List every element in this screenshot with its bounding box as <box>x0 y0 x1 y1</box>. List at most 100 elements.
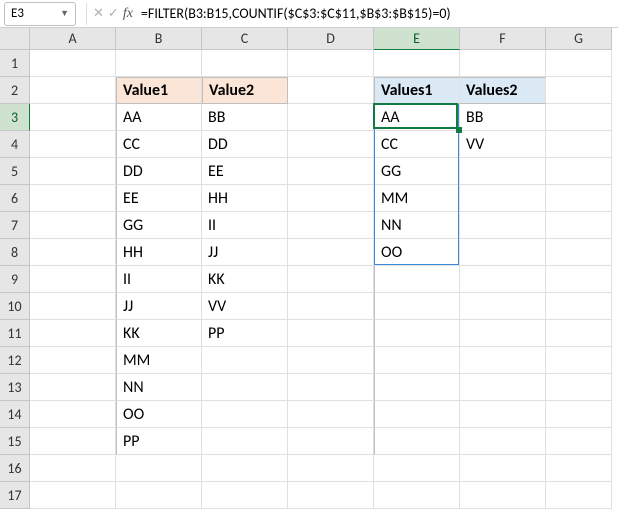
row-header-16[interactable]: 16 <box>0 455 30 482</box>
cell-D16[interactable] <box>288 455 374 482</box>
cell-E12[interactable] <box>374 347 460 374</box>
column-header-C[interactable]: C <box>202 28 288 50</box>
cell-F4[interactable]: VV <box>460 131 546 158</box>
cell-E10[interactable] <box>374 293 460 320</box>
cell-E2[interactable]: Values1 <box>374 77 460 104</box>
cell-C7[interactable]: II <box>202 212 288 239</box>
cell-E14[interactable] <box>374 401 460 428</box>
cell-D4[interactable] <box>288 131 374 158</box>
cell-G5[interactable] <box>546 158 612 185</box>
cell-B16[interactable] <box>116 455 202 482</box>
chevron-down-icon[interactable]: ▼ <box>60 8 69 19</box>
cell-G12[interactable] <box>546 347 612 374</box>
cell-B2[interactable]: Value1 <box>116 77 202 104</box>
cell-G14[interactable] <box>546 401 612 428</box>
row-header-9[interactable]: 9 <box>0 266 30 293</box>
cell-A14[interactable] <box>30 401 116 428</box>
cell-G4[interactable] <box>546 131 612 158</box>
name-box[interactable]: E3 ▼ <box>4 2 76 26</box>
cell-D5[interactable] <box>288 158 374 185</box>
select-all-button[interactable] <box>0 28 30 50</box>
cell-D14[interactable] <box>288 401 374 428</box>
cell-F7[interactable] <box>460 212 546 239</box>
cell-C12[interactable] <box>202 347 288 374</box>
cell-C5[interactable]: EE <box>202 158 288 185</box>
cell-A4[interactable] <box>30 131 116 158</box>
row-header-5[interactable]: 5 <box>0 158 30 185</box>
cell-A3[interactable] <box>30 104 116 131</box>
row-header-10[interactable]: 10 <box>0 293 30 320</box>
cell-C8[interactable]: JJ <box>202 239 288 266</box>
cell-G3[interactable] <box>546 104 612 131</box>
cell-C4[interactable]: DD <box>202 131 288 158</box>
column-header-B[interactable]: B <box>116 28 202 50</box>
cell-G8[interactable] <box>546 239 612 266</box>
cell-A9[interactable] <box>30 266 116 293</box>
cell-C17[interactable] <box>202 482 288 509</box>
cell-G1[interactable] <box>546 50 612 77</box>
cell-F15[interactable] <box>460 428 546 455</box>
row-header-7[interactable]: 7 <box>0 212 30 239</box>
cell-A13[interactable] <box>30 374 116 401</box>
column-header-G[interactable]: G <box>546 28 612 50</box>
cell-B3[interactable]: AA <box>116 104 202 131</box>
fx-icon[interactable]: fx <box>123 6 133 22</box>
row-header-6[interactable]: 6 <box>0 185 30 212</box>
cell-E1[interactable] <box>374 50 460 77</box>
cell-F13[interactable] <box>460 374 546 401</box>
fill-handle[interactable] <box>456 127 462 133</box>
cell-E9[interactable] <box>374 266 460 293</box>
cell-D15[interactable] <box>288 428 374 455</box>
cell-G7[interactable] <box>546 212 612 239</box>
cell-C14[interactable] <box>202 401 288 428</box>
cell-B8[interactable]: HH <box>116 239 202 266</box>
row-header-2[interactable]: 2 <box>0 77 30 104</box>
cell-D6[interactable] <box>288 185 374 212</box>
row-header-8[interactable]: 8 <box>0 239 30 266</box>
row-header-17[interactable]: 17 <box>0 482 30 509</box>
cell-D8[interactable] <box>288 239 374 266</box>
cell-B5[interactable]: DD <box>116 158 202 185</box>
cell-D11[interactable] <box>288 320 374 347</box>
cell-C1[interactable] <box>202 50 288 77</box>
cell-F16[interactable] <box>460 455 546 482</box>
cell-E7[interactable]: NN <box>374 212 460 239</box>
cell-F6[interactable] <box>460 185 546 212</box>
cell-C13[interactable] <box>202 374 288 401</box>
cell-A2[interactable] <box>30 77 116 104</box>
cell-A17[interactable] <box>30 482 116 509</box>
row-header-4[interactable]: 4 <box>0 131 30 158</box>
cell-D9[interactable] <box>288 266 374 293</box>
cell-G6[interactable] <box>546 185 612 212</box>
column-header-E[interactable]: E <box>374 28 460 50</box>
cell-E15[interactable] <box>374 428 460 455</box>
cell-B4[interactable]: CC <box>116 131 202 158</box>
cell-F11[interactable] <box>460 320 546 347</box>
cell-E6[interactable]: MM <box>374 185 460 212</box>
cell-A7[interactable] <box>30 212 116 239</box>
cell-F14[interactable] <box>460 401 546 428</box>
cell-F1[interactable] <box>460 50 546 77</box>
cell-F12[interactable] <box>460 347 546 374</box>
cell-C16[interactable] <box>202 455 288 482</box>
cell-F9[interactable] <box>460 266 546 293</box>
cell-E4[interactable]: CC <box>374 131 460 158</box>
cell-F2[interactable]: Values2 <box>460 77 546 104</box>
cell-D17[interactable] <box>288 482 374 509</box>
cell-B14[interactable]: OO <box>116 401 202 428</box>
cell-G13[interactable] <box>546 374 612 401</box>
cell-A5[interactable] <box>30 158 116 185</box>
cell-C6[interactable]: HH <box>202 185 288 212</box>
cell-G9[interactable] <box>546 266 612 293</box>
cell-E16[interactable] <box>374 455 460 482</box>
cell-B6[interactable]: EE <box>116 185 202 212</box>
cell-G15[interactable] <box>546 428 612 455</box>
cell-B12[interactable]: MM <box>116 347 202 374</box>
formula-input[interactable]: =FILTER(B3:B15,COUNTIF($C$3:$C$11,$B$3:$… <box>133 5 618 22</box>
cell-D1[interactable] <box>288 50 374 77</box>
cell-B17[interactable] <box>116 482 202 509</box>
cancel-icon[interactable]: ✕ <box>93 6 104 21</box>
cell-B10[interactable]: JJ <box>116 293 202 320</box>
cell-C15[interactable] <box>202 428 288 455</box>
cell-F5[interactable] <box>460 158 546 185</box>
